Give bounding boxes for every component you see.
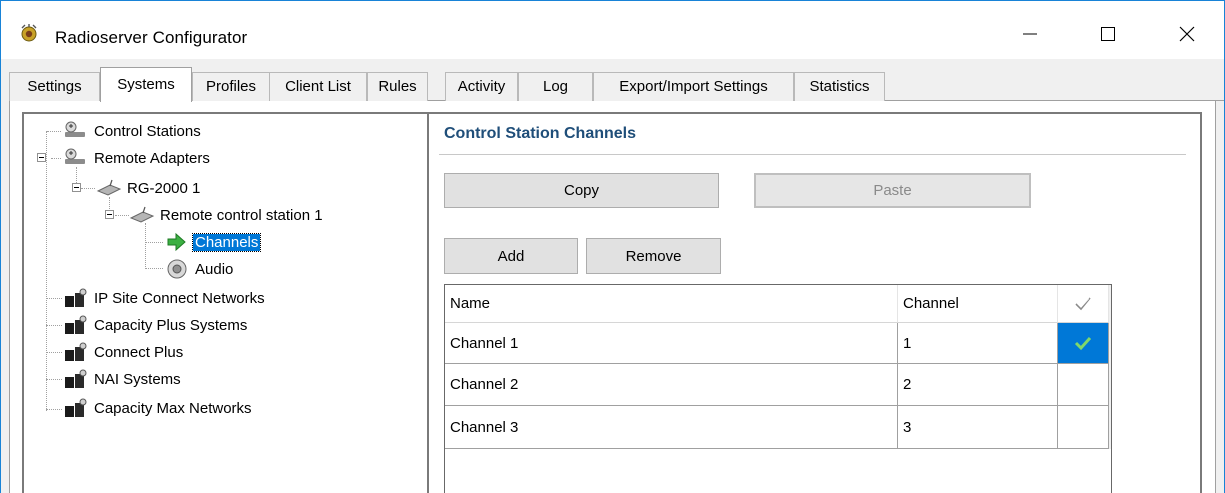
- network-icon: [63, 368, 89, 390]
- title-bar: Radioserver Configurator: [1, 1, 1224, 59]
- maximize-icon: [1101, 27, 1115, 41]
- tree-line: [47, 131, 61, 132]
- column-header-name[interactable]: Name: [445, 285, 898, 323]
- collapse-rg2000-toggle[interactable]: [72, 183, 81, 192]
- tree-line: [51, 158, 61, 159]
- tab-rules[interactable]: Rules: [367, 72, 428, 101]
- minimize-button[interactable]: [1007, 11, 1053, 57]
- tab-log[interactable]: Log: [518, 72, 593, 101]
- tab-statistics[interactable]: Statistics: [794, 72, 885, 101]
- cell-name[interactable]: Channel 3: [445, 406, 898, 449]
- tree-line: [46, 298, 62, 299]
- remove-button[interactable]: Remove: [586, 238, 721, 274]
- table-row[interactable]: Channel 3 3: [445, 406, 1111, 449]
- tree-item-capacity-max[interactable]: Capacity Max Networks: [63, 397, 254, 419]
- table-row[interactable]: Channel 1 1: [445, 323, 1111, 364]
- tree-line: [46, 379, 62, 380]
- tree-item-label: Remote control station 1: [160, 206, 323, 224]
- tree-item-label: NAI Systems: [94, 370, 181, 388]
- cell-enabled-checkbox[interactable]: [1058, 323, 1109, 364]
- cell-channel[interactable]: 1: [898, 323, 1058, 364]
- cell-enabled-checkbox[interactable]: [1058, 406, 1109, 449]
- cell-enabled-checkbox[interactable]: [1058, 364, 1109, 406]
- cell-name[interactable]: Channel 2: [445, 364, 898, 406]
- tree-line: [115, 215, 129, 216]
- close-button[interactable]: [1164, 11, 1210, 57]
- tree-item-channels[interactable]: Channels: [164, 231, 262, 253]
- tree-item-ip-site-connect[interactable]: IP Site Connect Networks: [63, 287, 267, 309]
- tree-item-label: Control Stations: [94, 122, 201, 140]
- network-icon: [63, 341, 89, 363]
- panel-divider: [439, 154, 1186, 155]
- copy-button[interactable]: Copy: [444, 173, 719, 208]
- tab-client-list[interactable]: Client List: [269, 72, 367, 101]
- grid-empty-area: [445, 449, 1111, 493]
- cell-name[interactable]: Channel 1: [445, 323, 898, 364]
- cell-channel[interactable]: 2: [898, 364, 1058, 406]
- network-icon: [63, 287, 89, 309]
- speaker-icon: [164, 258, 190, 280]
- remote-adapters-icon: [63, 147, 89, 169]
- close-icon: [1179, 26, 1195, 42]
- tab-activity[interactable]: Activity: [445, 72, 518, 101]
- window-title: Radioserver Configurator: [55, 28, 248, 47]
- control-stations-icon: [63, 120, 89, 142]
- collapse-remote-control-station-toggle[interactable]: [105, 210, 114, 219]
- tree-line: [81, 188, 95, 189]
- tree-item-remote-control-station[interactable]: Remote control station 1: [129, 204, 325, 226]
- tree-item-label: Capacity Max Networks: [94, 399, 252, 417]
- minimize-icon: [1023, 33, 1037, 35]
- tree-line: [145, 268, 163, 269]
- maximize-button[interactable]: [1085, 11, 1131, 57]
- collapse-remote-adapters-toggle[interactable]: [37, 153, 46, 162]
- tree-item-label: RG-2000 1: [127, 179, 201, 197]
- tree-line: [145, 223, 146, 269]
- add-button[interactable]: Add: [444, 238, 578, 274]
- tree-item-label: Connect Plus: [94, 343, 184, 361]
- tree-item-label: Channels: [191, 232, 262, 252]
- column-header-channel[interactable]: Channel: [898, 285, 1058, 323]
- router-icon: [129, 204, 155, 226]
- tree-item-label: Audio: [195, 260, 234, 278]
- paste-button[interactable]: Paste: [754, 173, 1031, 208]
- tree-item-label: Remote Adapters: [94, 149, 210, 167]
- tree-item-capacity-plus[interactable]: Capacity Plus Systems: [63, 314, 249, 336]
- grid-header-row: Name Channel: [445, 285, 1111, 323]
- checkmark-icon: [1074, 336, 1092, 351]
- green-arrow-icon: [164, 231, 190, 253]
- cell-channel[interactable]: 3: [898, 406, 1058, 449]
- app-logo-icon: [21, 24, 37, 42]
- tree-item-label: IP Site Connect Networks: [94, 289, 265, 307]
- tree-item-rg2000[interactable]: RG-2000 1: [96, 177, 202, 199]
- table-row[interactable]: Channel 2 2: [445, 364, 1111, 406]
- channels-grid[interactable]: Name Channel Channel 1 1 Channel 2 2 Cha…: [444, 284, 1112, 493]
- tree-item-label: Capacity Plus Systems: [94, 316, 248, 334]
- router-icon: [96, 177, 122, 199]
- network-icon: [63, 397, 89, 419]
- tree-item-control-stations[interactable]: Control Stations: [63, 120, 203, 142]
- tree-line: [46, 352, 62, 353]
- column-header-enabled[interactable]: [1058, 285, 1109, 323]
- tree-line: [145, 242, 163, 243]
- tree-item-audio[interactable]: Audio: [164, 258, 235, 280]
- tab-profiles[interactable]: Profiles: [192, 72, 270, 101]
- check-outline-icon: [1075, 296, 1091, 310]
- app-window: Radioserver Configurator Settings System…: [0, 0, 1225, 493]
- panel-title: Control Station Channels: [444, 125, 636, 142]
- tab-systems[interactable]: Systems: [100, 67, 192, 102]
- tab-export-import-settings[interactable]: Export/Import Settings: [593, 72, 794, 101]
- network-icon: [63, 314, 89, 336]
- tree-item-remote-adapters[interactable]: Remote Adapters: [63, 147, 212, 169]
- tree-line: [46, 409, 62, 410]
- tree-item-connect-plus[interactable]: Connect Plus: [63, 341, 185, 363]
- tree-line: [46, 325, 62, 326]
- tree-item-nai-systems[interactable]: NAI Systems: [63, 368, 183, 390]
- tab-settings[interactable]: Settings: [9, 72, 100, 101]
- tree-line: [46, 131, 47, 411]
